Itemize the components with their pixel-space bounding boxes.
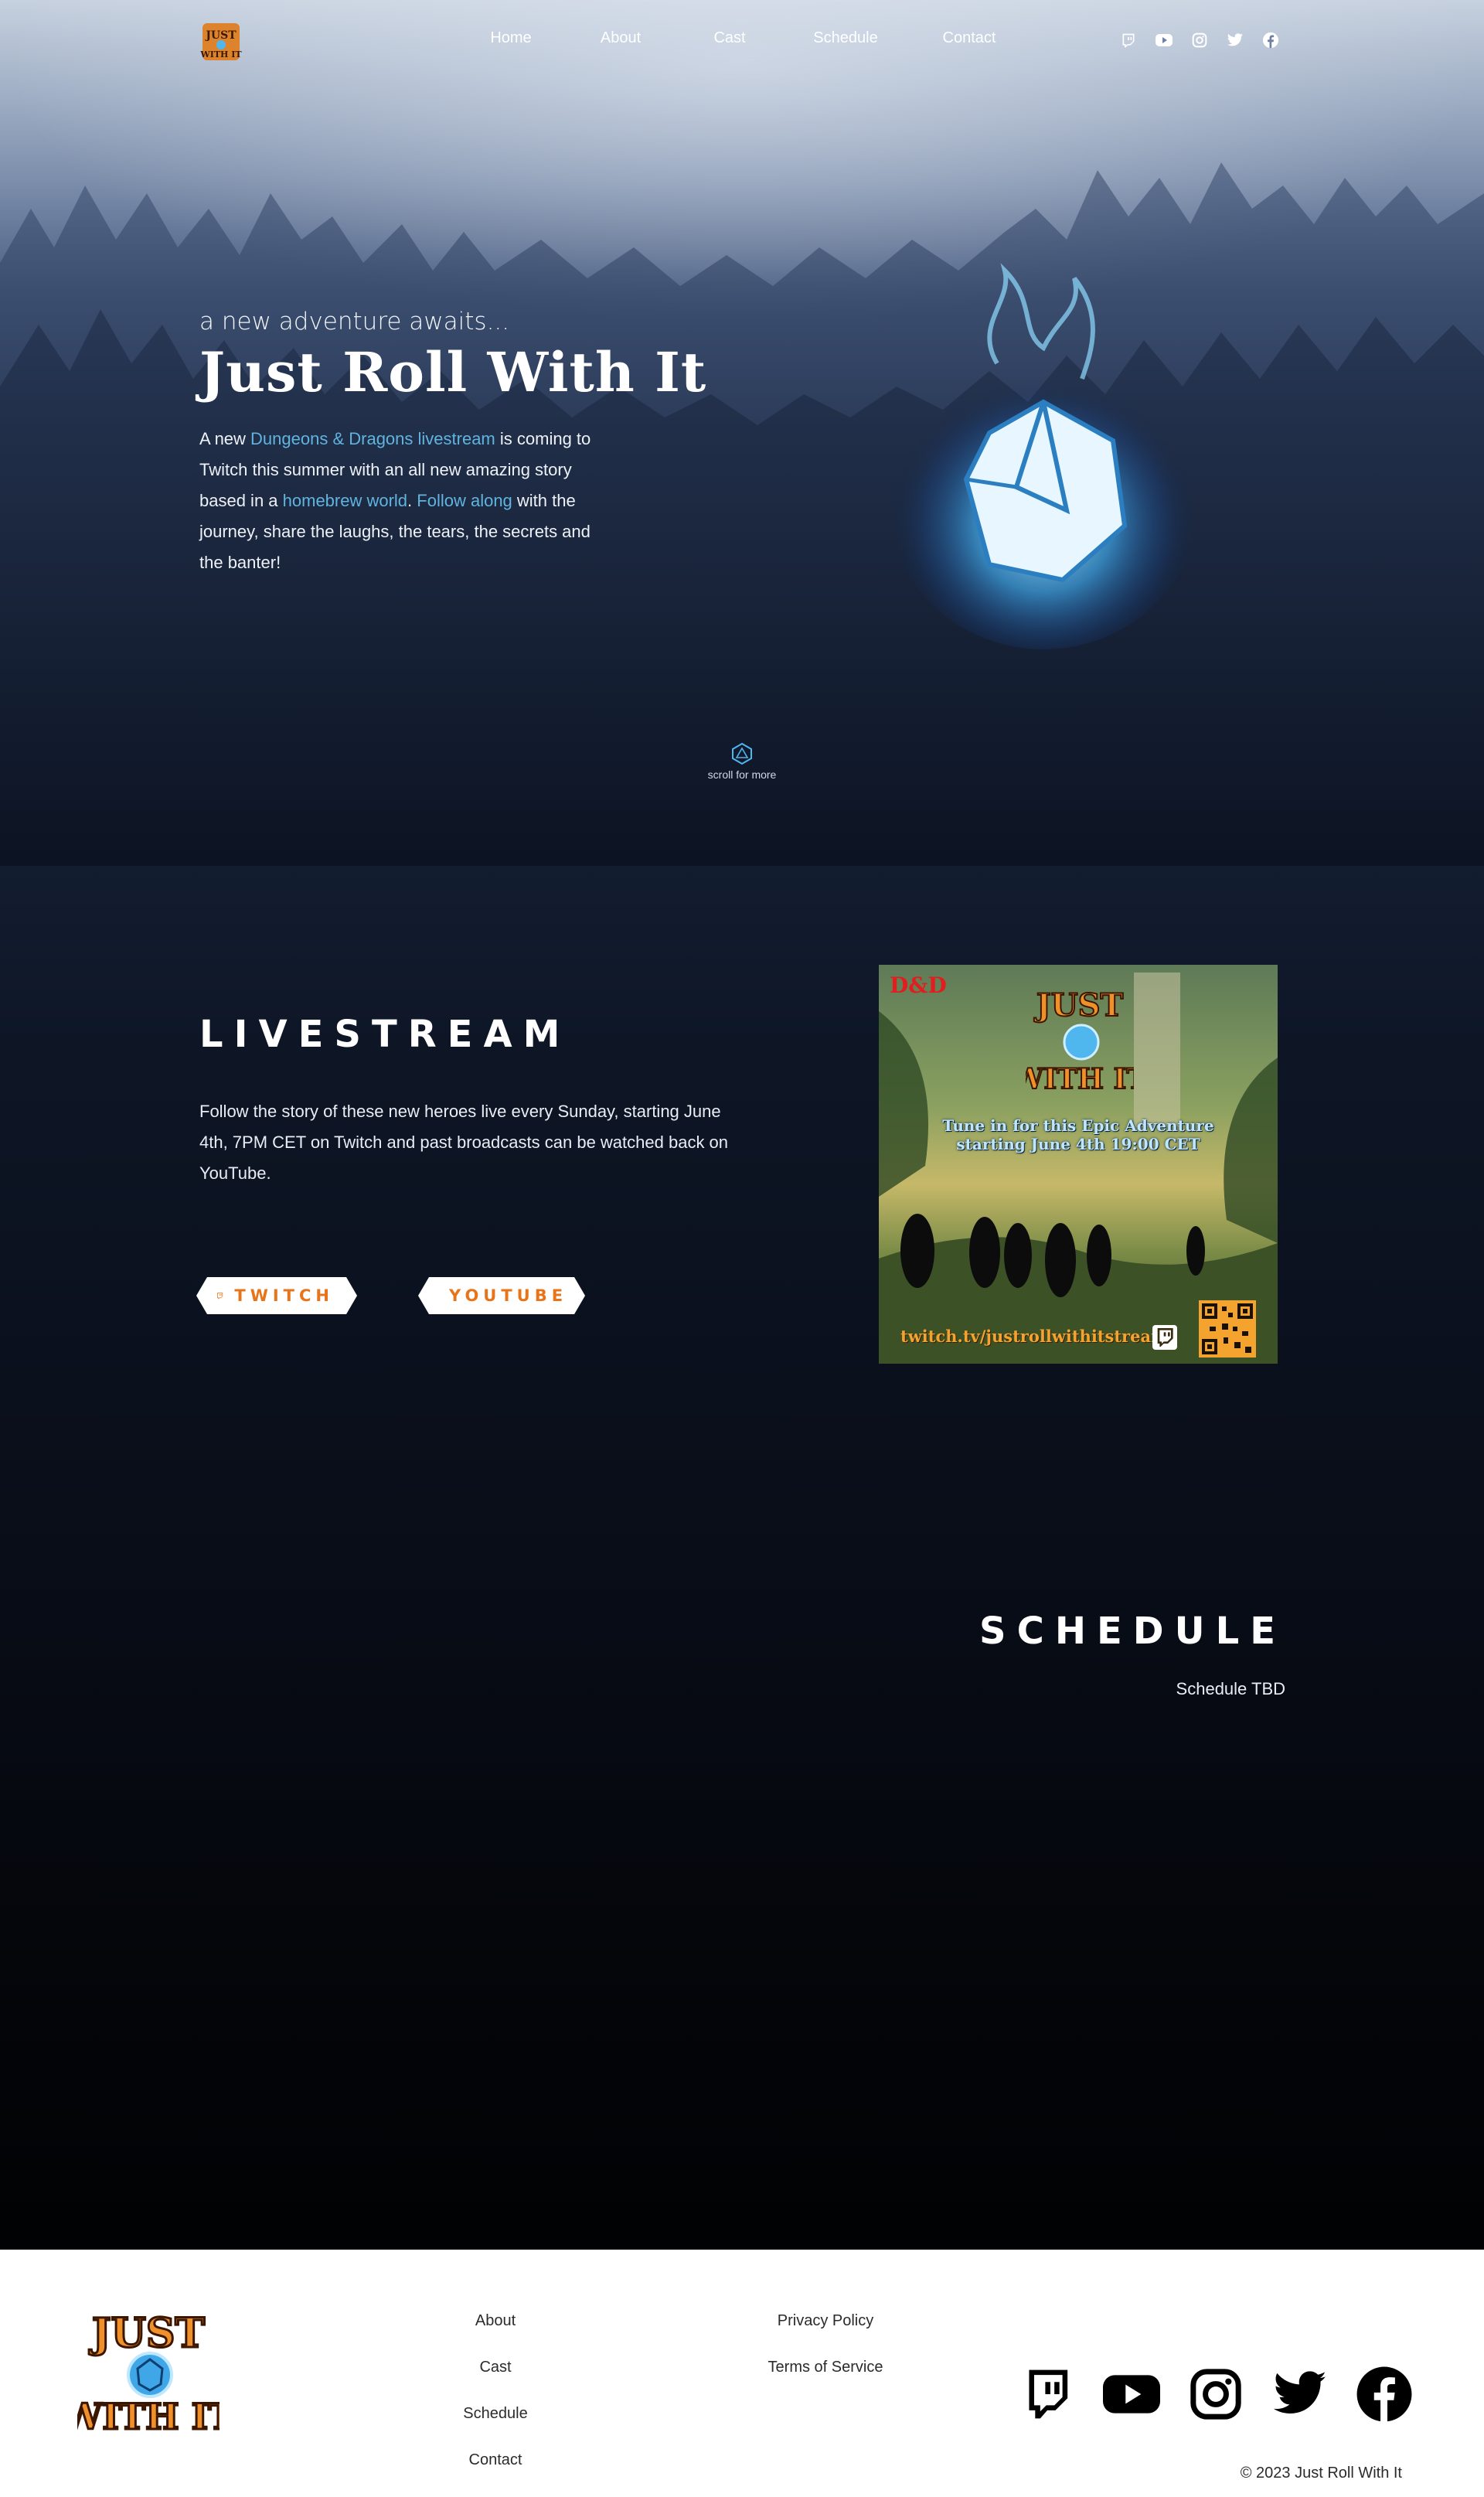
svg-text:JUST: JUST [89, 2310, 206, 2357]
poster-qr-code [1199, 1300, 1256, 1358]
twitch-button[interactable]: TWITCH [196, 1277, 357, 1314]
nav-cast[interactable]: Cast [683, 29, 776, 47]
twitter-icon[interactable] [1271, 2366, 1329, 2423]
hero-text-part: . [407, 491, 417, 510]
youtube-button[interactable]: YOUTUBE [418, 1277, 585, 1314]
poster-tune-line2: starting June 4th 19:00 CET [956, 1135, 1200, 1153]
footer-logo[interactable]: JUST WITH IT [77, 2304, 220, 2440]
dnd-livestream-link[interactable]: Dungeons & Dragons livestream [250, 429, 495, 448]
footer-nav-main: About Cast Schedule Contact [418, 2298, 573, 2483]
poster-twitch-icon [1152, 1325, 1177, 1350]
svg-text:WITH IT: WITH IT [199, 49, 242, 60]
follow-along-link[interactable]: Follow along [417, 491, 512, 510]
poster-tagline: Tune in for this Epic Adventure starting… [879, 1116, 1278, 1153]
glowing-d20-dice-image [889, 263, 1198, 649]
top-navigation: JUST WITH IT Home About Cast Schedule Co… [0, 0, 1484, 85]
nav-schedule[interactable]: Schedule [784, 29, 907, 47]
d20-scroll-icon [732, 742, 752, 765]
scroll-label: scroll for more [707, 768, 777, 781]
facebook-icon[interactable] [1261, 31, 1280, 49]
twitch-icon[interactable] [1119, 31, 1138, 49]
hero-tagline: a new adventure awaits... [199, 308, 510, 336]
youtube-icon[interactable] [1103, 2366, 1160, 2423]
nav-contact[interactable]: Contact [915, 29, 1023, 47]
twitch-icon [216, 1286, 223, 1306]
svg-text:JUST: JUST [1034, 987, 1124, 1024]
scroll-for-more[interactable]: scroll for more [696, 742, 788, 782]
twitch-button-label: TWITCH [234, 1286, 334, 1305]
twitch-icon[interactable] [1019, 2366, 1076, 2423]
schedule-status: Schedule TBD [1176, 1679, 1285, 1698]
nav-about[interactable]: About [566, 29, 676, 47]
hero-title: Just Roll With It [199, 340, 707, 404]
nav-links: Home About Cast Schedule Contact [464, 29, 1023, 47]
footer-link-about[interactable]: About [418, 2298, 573, 2344]
nav-social-icons [1119, 31, 1280, 49]
svg-text:WITH IT: WITH IT [77, 2396, 220, 2437]
livestream-poster: D&D JUST WITH IT Tune in for this Epic A… [879, 965, 1278, 1364]
poster-dnd-logo: D&D [890, 973, 947, 998]
twitter-icon[interactable] [1226, 31, 1244, 49]
site-footer: JUST WITH IT About Cast Schedule Contact… [0, 2250, 1484, 2497]
footer-link-privacy[interactable]: Privacy Policy [733, 2298, 918, 2344]
footer-link-terms[interactable]: Terms of Service [733, 2344, 918, 2390]
site-logo[interactable]: JUST WITH IT [199, 20, 243, 63]
svg-text:WITH IT: WITH IT [1026, 1063, 1134, 1095]
hero-description: A new Dungeons & Dragons livestream is c… [199, 424, 617, 578]
poster-show-logo: JUST WITH IT [1026, 986, 1134, 1096]
footer-copyright: © 2023 Just Roll With It [1240, 2465, 1402, 2482]
instagram-icon[interactable] [1190, 31, 1209, 49]
hero-text-part: A new [199, 429, 251, 448]
footer-link-schedule[interactable]: Schedule [418, 2390, 573, 2437]
facebook-icon[interactable] [1356, 2366, 1413, 2423]
nav-home[interactable]: Home [464, 29, 558, 47]
footer-social-icons [1019, 2366, 1413, 2423]
schedule-heading: SCHEDULE [979, 1610, 1286, 1653]
homebrew-world-link[interactable]: homebrew world [283, 491, 407, 510]
youtube-icon[interactable] [1155, 31, 1173, 49]
footer-link-contact[interactable]: Contact [418, 2437, 573, 2483]
youtube-button-label: YOUTUBE [449, 1286, 568, 1305]
svg-text:JUST: JUST [204, 29, 237, 42]
poster-url: twitch.tv/justrollwithitstream [900, 1327, 1169, 1346]
footer-link-cast[interactable]: Cast [418, 2344, 573, 2390]
footer-nav-legal: Privacy Policy Terms of Service [733, 2298, 918, 2390]
livestream-description: Follow the story of these new heroes liv… [199, 1102, 729, 1183]
livestream-heading: LIVESTREAM [199, 1013, 571, 1056]
poster-tune-line1: Tune in for this Epic Adventure [942, 1116, 1214, 1135]
instagram-icon[interactable] [1187, 2366, 1244, 2423]
